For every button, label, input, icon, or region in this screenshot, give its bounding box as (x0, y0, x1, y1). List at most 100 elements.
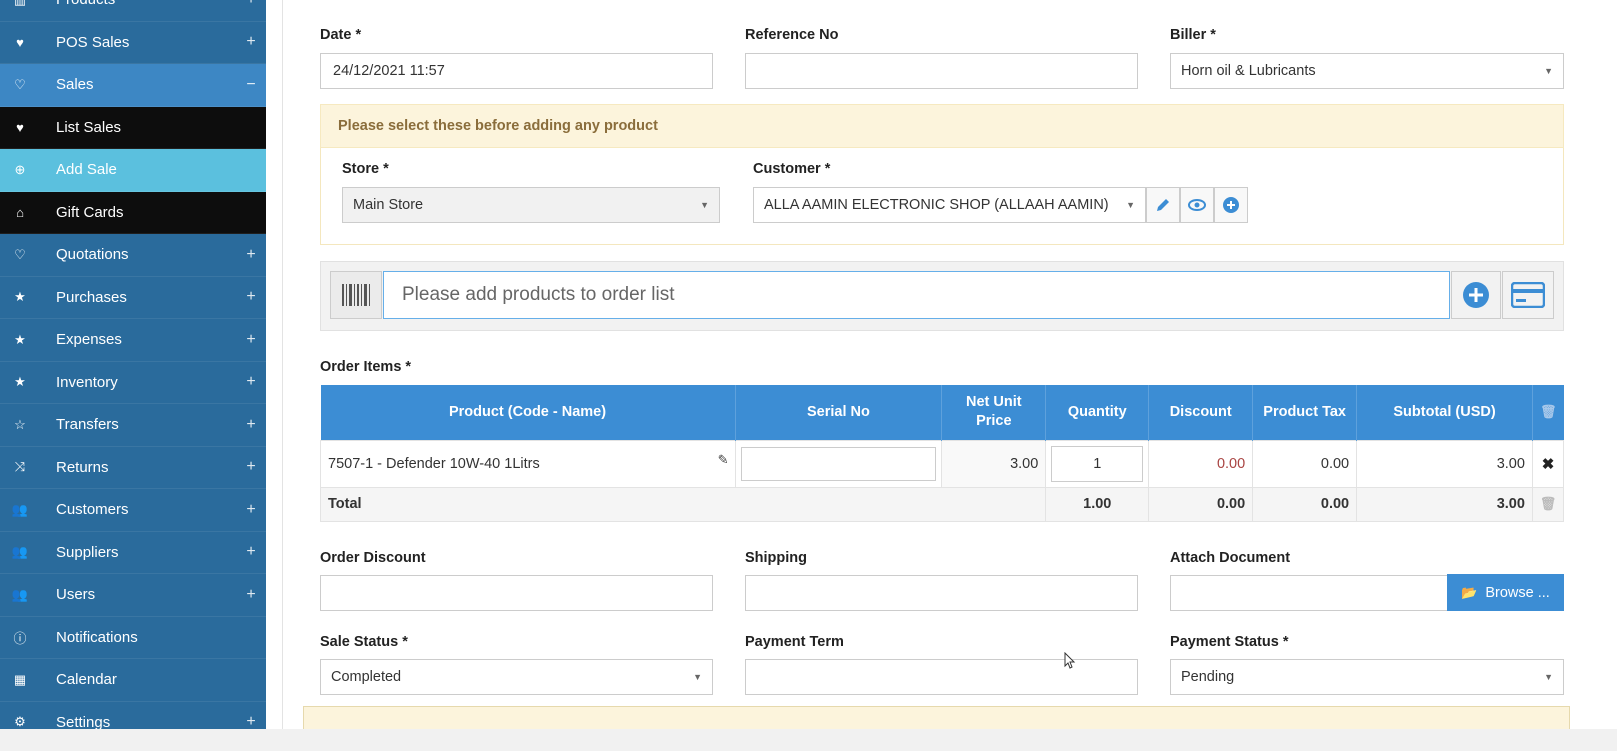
eye-icon (1188, 199, 1206, 211)
attach-document-label: Attach Document (1170, 550, 1291, 566)
sidebar-item-label: Calendar (56, 671, 117, 689)
expand-toggle-icon: + (246, 245, 256, 263)
store-value: Main Store (353, 197, 424, 213)
star-icon: ★ (14, 331, 26, 347)
serial-input[interactable] (740, 446, 937, 481)
header-quantity: Quantity (1045, 385, 1150, 440)
sale-status-select[interactable]: Completed ▼ (320, 659, 713, 695)
attach-document-input[interactable] (1170, 575, 1448, 611)
subtotal-cell: 3.00 (1356, 439, 1533, 488)
star-icon: ★ (14, 289, 26, 305)
sidebar-item-label: Returns (56, 458, 109, 476)
chevron-down-icon: ▼ (1544, 672, 1553, 682)
gift-icon: ⌂ (16, 204, 24, 220)
gift-card-button[interactable] (1502, 271, 1554, 319)
sidebar-item-label: Expenses (56, 331, 122, 349)
trash-icon: 🗑 (1539, 404, 1557, 420)
sidebar-item-products[interactable]: ▥Products+ (0, 0, 266, 22)
sidebar-item-pos-sales[interactable]: ♥ POS Sales + (0, 22, 266, 64)
sidebar-item-calendar[interactable]: ▦ Calendar (0, 659, 266, 702)
sidebar-item-label: Users (56, 586, 96, 604)
heart-icon: ♥ (16, 34, 24, 50)
discount-cell: 0.00 (1148, 439, 1254, 488)
sidebar-item-add-sale[interactable]: ⊕ Add Sale (0, 149, 266, 192)
sidebar-item-inventory[interactable]: ★ Inventory + (0, 362, 266, 404)
order-items-table: Product (Code - Name) Serial No Net Unit… (319, 385, 1565, 522)
close-icon[interactable]: ✖ (1542, 456, 1555, 473)
sale-status-label: Sale Status * (320, 634, 408, 650)
biller-label: Biller * (1170, 27, 1216, 43)
sidebar-item-customers[interactable]: 👥 Customers + (0, 489, 266, 532)
sidebar-item-quotations[interactable]: ♡ Quotations + (0, 234, 266, 277)
heart-outline-icon: ♡ (14, 76, 26, 92)
product-search-input[interactable]: Please add products to order list (383, 271, 1450, 319)
sidebar-item-purchases[interactable]: ★ Purchases + (0, 277, 266, 319)
tax-cell: 0.00 (1252, 439, 1358, 488)
expand-toggle-icon: + (246, 543, 256, 561)
sidebar: ▥Products+♥POS Sales+♡Sales−♥List Sales⊕… (0, 0, 266, 751)
header-discount: Discount (1148, 385, 1254, 440)
browse-button[interactable]: 📂 Browse ... (1447, 574, 1564, 611)
sidebar-item-users[interactable]: 👥 Users + (0, 574, 266, 617)
sidebar-item-gift-cards[interactable]: ⌂ Gift Cards (0, 191, 266, 234)
header-subtotal: Subtotal (USD) (1356, 385, 1533, 440)
expand-toggle-icon: + (246, 288, 256, 306)
add-product-button[interactable] (1451, 271, 1501, 319)
sidebar-item-notifications[interactable]: ⓘ Notifications (0, 617, 266, 659)
sidebar-item-label: Products (40, 0, 236, 8)
chevron-down-icon: ▼ (1126, 200, 1135, 210)
sidebar-item-suppliers[interactable]: 👥 Suppliers + (0, 532, 266, 574)
order-items-label: Order Items * (320, 359, 412, 375)
chevron-down-icon: ▼ (693, 672, 702, 682)
customer-label: Customer * (753, 161, 831, 177)
edit-customer-button[interactable] (1146, 187, 1180, 223)
payment-term-input[interactable] (745, 659, 1138, 695)
customer-select[interactable]: ALLA AAMIN ELECTRONIC SHOP (ALLAAH AAMIN… (753, 187, 1146, 223)
gear-icon: ⚙ (14, 714, 26, 730)
payment-term-label: Payment Term (745, 634, 844, 650)
star-outline-icon: ☆ (14, 416, 26, 432)
quantity-input[interactable]: 1 (1051, 445, 1144, 482)
add-customer-button[interactable] (1214, 187, 1248, 223)
header-price: Net Unit Price (941, 385, 1047, 440)
view-customer-button[interactable] (1180, 187, 1214, 223)
sidebar-item-label: Add Sale (56, 161, 117, 179)
heart-outline-icon: ♡ (14, 246, 26, 262)
sidebar-item-sales[interactable]: ♡ Sales − (0, 64, 266, 107)
mouse-cursor-icon (1064, 652, 1076, 669)
product-name: 7507-1 - Defender 10W-40 1Litrs (328, 455, 540, 472)
sidebar-item-transfers[interactable]: ☆ Transfers + (0, 404, 266, 447)
sidebar-item-list-sales[interactable]: ♥ List Sales (0, 106, 266, 149)
sidebar-item-returns[interactable]: ⤨ Returns + (0, 447, 266, 489)
users-icon: 👥 (11, 544, 29, 560)
sidebar-item-label: Gift Cards (56, 203, 124, 221)
plus-circle-icon (1463, 282, 1489, 308)
remove-cell: ✖ (1531, 439, 1565, 488)
trash-icon: 🗑 (1539, 496, 1557, 511)
total-label: Total (319, 486, 1047, 522)
store-select[interactable]: Main Store ▼ (342, 187, 720, 223)
biller-select[interactable]: Horn oil & Lubricants ▼ (1170, 53, 1564, 89)
browse-label: Browse ... (1485, 584, 1550, 601)
pencil-icon (1157, 199, 1169, 211)
barcode-button[interactable] (330, 271, 382, 319)
sidebar-item-expenses[interactable]: ★ Expenses + (0, 319, 266, 362)
reference-input[interactable] (745, 53, 1138, 89)
bottom-strip (0, 729, 1617, 751)
sidebar-item-label: Transfers (56, 416, 119, 434)
reference-label: Reference No (745, 27, 839, 43)
date-input[interactable]: 24/12/2021 11:57 (320, 53, 713, 89)
total-discount: 0.00 (1148, 486, 1254, 522)
expand-toggle-icon: + (246, 458, 256, 476)
calendar-icon: ▦ (13, 671, 27, 687)
header-tax: Product Tax (1252, 385, 1358, 440)
info-icon: ⓘ (13, 630, 27, 646)
shipping-input[interactable] (745, 575, 1138, 611)
sidebar-item-label: Sales (56, 76, 94, 94)
random-icon: ⤨ (14, 459, 26, 475)
order-discount-input[interactable] (320, 575, 713, 611)
edit-icon[interactable]: ✎ (718, 452, 729, 468)
sidebar-item-label: Notifications (56, 628, 138, 646)
payment-status-select[interactable]: Pending ▼ (1170, 659, 1564, 695)
serial-cell (734, 439, 943, 488)
